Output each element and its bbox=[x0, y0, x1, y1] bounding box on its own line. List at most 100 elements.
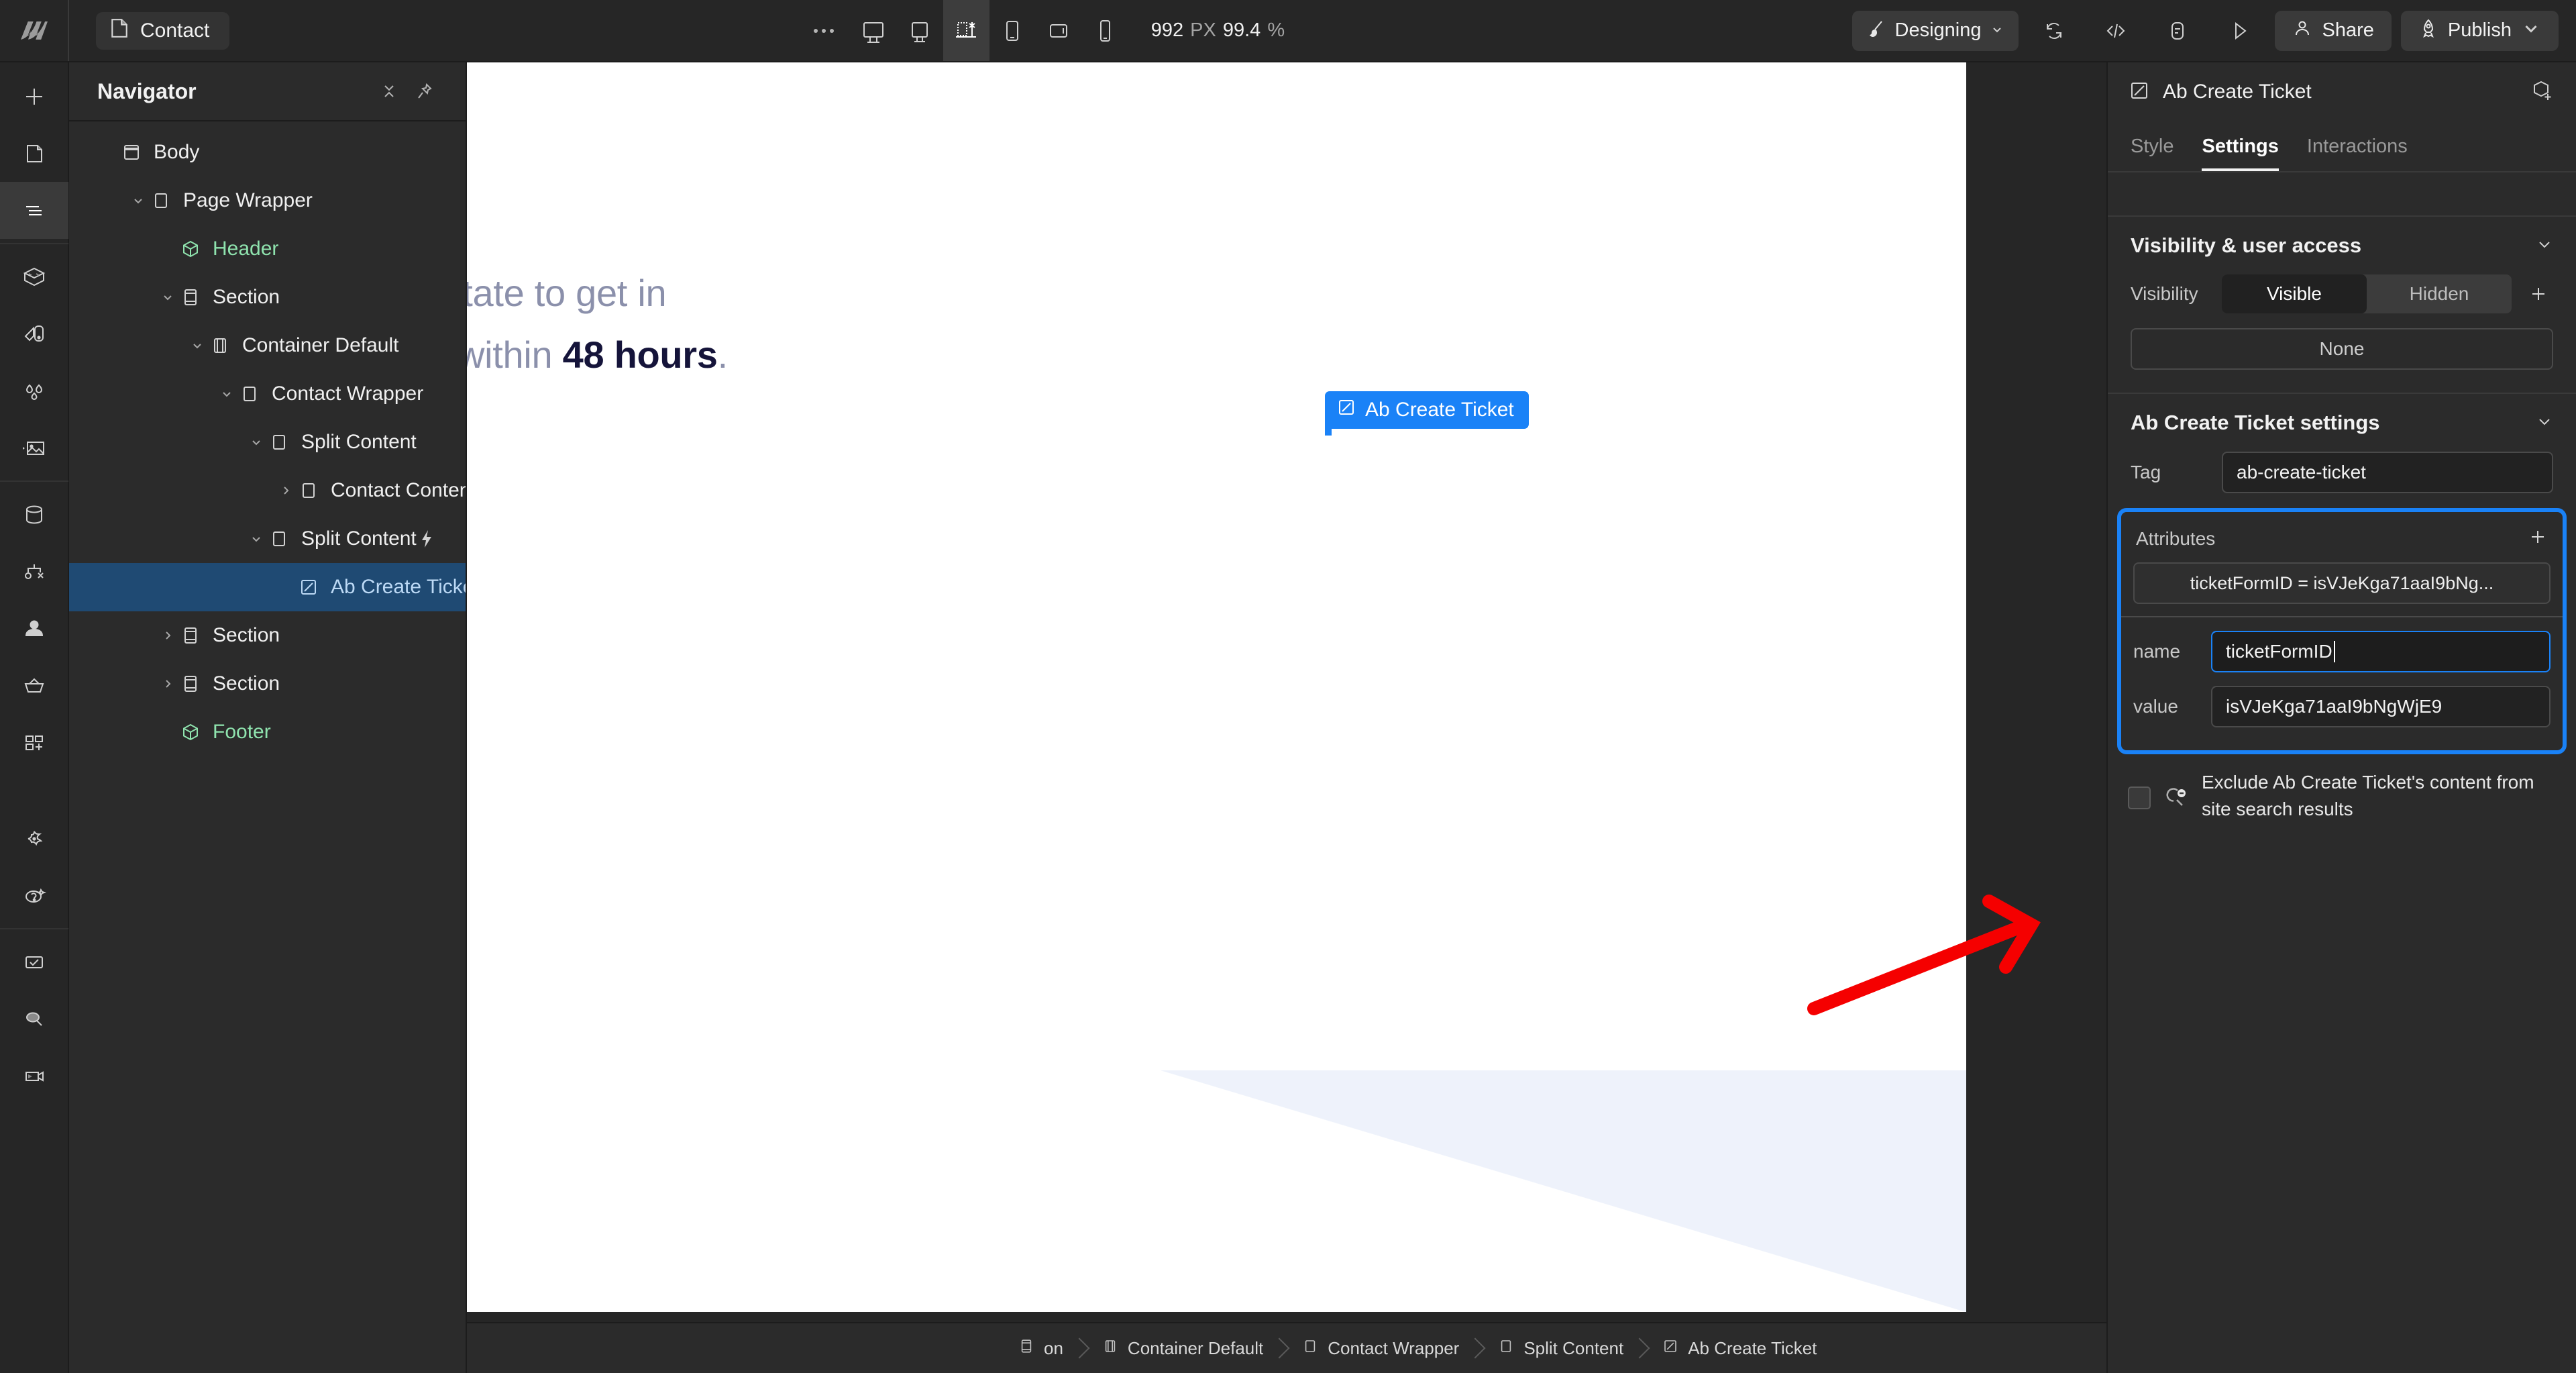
components-icon[interactable] bbox=[0, 248, 68, 305]
visibility-option-visible[interactable]: Visible bbox=[2222, 274, 2367, 313]
canvas-area: n't hesitate to get in to you within 48 … bbox=[467, 62, 2106, 1373]
breadcrumb-item-on[interactable]: on bbox=[997, 1323, 1081, 1373]
navigator-item-section[interactable]: Section bbox=[69, 660, 466, 708]
users-icon[interactable] bbox=[0, 600, 68, 657]
div-icon bbox=[150, 189, 172, 212]
element-settings-section-header[interactable]: Ab Create Ticket settings bbox=[2108, 394, 2576, 452]
navigator-item-contact-content-top[interactable]: Contact Content Top bbox=[69, 466, 466, 515]
pages-icon[interactable] bbox=[0, 125, 68, 182]
breakpoint-mobile-landscape-icon[interactable] bbox=[1036, 0, 1082, 61]
chevron-down-icon[interactable] bbox=[2536, 413, 2553, 434]
create-component-icon[interactable] bbox=[2530, 79, 2553, 105]
search-icon[interactable] bbox=[0, 990, 68, 1048]
person-icon bbox=[2292, 18, 2312, 44]
assets-icon[interactable] bbox=[0, 419, 68, 476]
selected-element-badge[interactable]: Ab Create Ticket bbox=[1325, 391, 1529, 429]
navigator-item-split-content[interactable]: Split Content bbox=[69, 515, 466, 563]
chevron-down-icon[interactable] bbox=[245, 431, 268, 454]
chevron-down-icon[interactable] bbox=[186, 334, 209, 357]
publish-button[interactable]: Publish bbox=[2401, 11, 2559, 51]
variables-icon[interactable] bbox=[0, 362, 68, 419]
breakpoint-desktop-icon[interactable] bbox=[897, 0, 943, 61]
canvas-zoom-readout[interactable]: 992 PX 99.4 % bbox=[1151, 0, 1285, 61]
preview-icon[interactable] bbox=[2213, 19, 2265, 42]
user-access-value[interactable]: None bbox=[2131, 328, 2553, 370]
tab-interactions[interactable]: Interactions bbox=[2307, 136, 2408, 171]
ecommerce-icon[interactable] bbox=[0, 657, 68, 714]
chevron-right-icon[interactable] bbox=[156, 624, 179, 647]
navigator-item-section[interactable]: Section bbox=[69, 611, 466, 660]
sync-icon[interactable] bbox=[2028, 19, 2080, 42]
attributes-group: Attributes ticketFormID = isVJeKga71aaI9… bbox=[2117, 508, 2567, 754]
breadcrumb-item-ab-create-ticket[interactable]: Ab Create Ticket bbox=[1641, 1323, 1834, 1373]
mode-label: Designing bbox=[1895, 19, 1982, 42]
breadcrumb-item-contact-wrapper[interactable]: Contact Wrapper bbox=[1281, 1323, 1477, 1373]
add-attribute-icon[interactable] bbox=[2528, 527, 2548, 550]
interaction-bolt-icon[interactable] bbox=[419, 529, 435, 548]
rendered-page[interactable]: n't hesitate to get in to you within 48 … bbox=[467, 62, 1966, 1312]
attribute-name-input[interactable]: ticketFormID bbox=[2211, 631, 2551, 672]
logic-icon[interactable] bbox=[0, 543, 68, 600]
visibility-option-hidden[interactable]: Hidden bbox=[2367, 274, 2512, 313]
mode-switcher-button[interactable]: Designing bbox=[1852, 11, 2019, 51]
page-paragraph-line1: n't hesitate to get in bbox=[467, 262, 1285, 324]
cms-icon[interactable] bbox=[0, 486, 68, 543]
add-visibility-condition-icon[interactable] bbox=[2524, 284, 2553, 304]
canvas-zoom-value: 99.4 bbox=[1223, 19, 1260, 42]
container-icon bbox=[1102, 1337, 1118, 1360]
navigator-item-split-content[interactable]: Split Content bbox=[69, 418, 466, 466]
breakpoint-desktop-large-icon[interactable] bbox=[851, 0, 897, 61]
canvas-viewport[interactable]: n't hesitate to get in to you within 48 … bbox=[467, 62, 2106, 1322]
tab-settings[interactable]: Settings bbox=[2202, 136, 2278, 171]
visibility-section-header[interactable]: Visibility & user access bbox=[2108, 217, 2576, 274]
current-page-chip[interactable]: Contact bbox=[96, 12, 229, 50]
apps-icon[interactable] bbox=[0, 714, 68, 771]
share-button[interactable]: Share bbox=[2275, 11, 2391, 51]
page-paragraph-line2-prefix: to you within bbox=[467, 334, 563, 376]
exclude-from-search-checkbox[interactable] bbox=[2128, 786, 2151, 809]
chevron-down-icon[interactable] bbox=[2536, 236, 2553, 256]
audit-icon[interactable] bbox=[2151, 19, 2204, 42]
webflow-logo-icon[interactable] bbox=[0, 0, 69, 61]
code-icon[interactable] bbox=[2090, 19, 2142, 42]
search-exclude-icon bbox=[2163, 784, 2190, 811]
attribute-chip[interactable]: ticketFormID = isVJeKga71aaI9bNg... bbox=[2133, 562, 2551, 604]
navigator-item-page-wrapper[interactable]: Page Wrapper bbox=[69, 176, 466, 225]
more-options-icon[interactable] bbox=[797, 0, 851, 61]
chevron-down-icon[interactable] bbox=[127, 189, 150, 212]
page-paragraph-line2: to you within 48 hours. bbox=[467, 324, 1285, 386]
navigator-item-ab-create-ticket[interactable]: Ab Create Ticket bbox=[69, 563, 466, 611]
audit-panel-icon[interactable] bbox=[0, 933, 68, 990]
breakpoint-tablet-icon[interactable] bbox=[989, 0, 1036, 61]
breadcrumb-item-container-default[interactable]: Container Default bbox=[1081, 1323, 1281, 1373]
chevron-right-icon[interactable] bbox=[274, 479, 297, 502]
attribute-value-input[interactable]: isVJeKga71aaI9bNgWjE9 bbox=[2211, 686, 2551, 727]
ai-icon[interactable] bbox=[0, 810, 68, 867]
navigator-item-label: Section bbox=[213, 624, 280, 647]
chevron-down-icon[interactable] bbox=[245, 527, 268, 550]
navigator-item-footer[interactable]: Footer bbox=[69, 708, 466, 756]
breakpoint-base-icon[interactable] bbox=[943, 0, 989, 61]
visibility-section-title: Visibility & user access bbox=[2131, 234, 2536, 258]
navigator-item-header[interactable]: Header bbox=[69, 225, 466, 273]
chevron-down-icon[interactable] bbox=[215, 383, 238, 405]
add-elements-icon[interactable] bbox=[0, 68, 68, 125]
navigator-item-section[interactable]: Section bbox=[69, 273, 466, 321]
navigator-item-container-default[interactable]: Container Default bbox=[69, 321, 466, 370]
navigator-item-contact-wrapper[interactable]: Contact Wrapper bbox=[69, 370, 466, 418]
style-selectors-icon[interactable] bbox=[0, 305, 68, 362]
help-icon[interactable] bbox=[0, 867, 68, 924]
navigator-item-body[interactable]: Body bbox=[69, 128, 466, 176]
chevron-down-icon[interactable] bbox=[156, 286, 179, 309]
breadcrumb-item-split-content[interactable]: Split Content bbox=[1477, 1323, 1641, 1373]
tag-input[interactable]: ab-create-ticket bbox=[2222, 452, 2553, 493]
canvas-width-unit: PX bbox=[1190, 19, 1216, 42]
section-icon bbox=[1018, 1337, 1034, 1360]
video-tutorials-icon[interactable] bbox=[0, 1048, 68, 1105]
pin-icon[interactable] bbox=[407, 74, 441, 109]
tab-style[interactable]: Style bbox=[2131, 136, 2174, 171]
breakpoint-mobile-portrait-icon[interactable] bbox=[1082, 0, 1128, 61]
collapse-all-icon[interactable] bbox=[372, 74, 407, 109]
chevron-right-icon[interactable] bbox=[156, 672, 179, 695]
navigator-icon[interactable] bbox=[0, 182, 68, 239]
